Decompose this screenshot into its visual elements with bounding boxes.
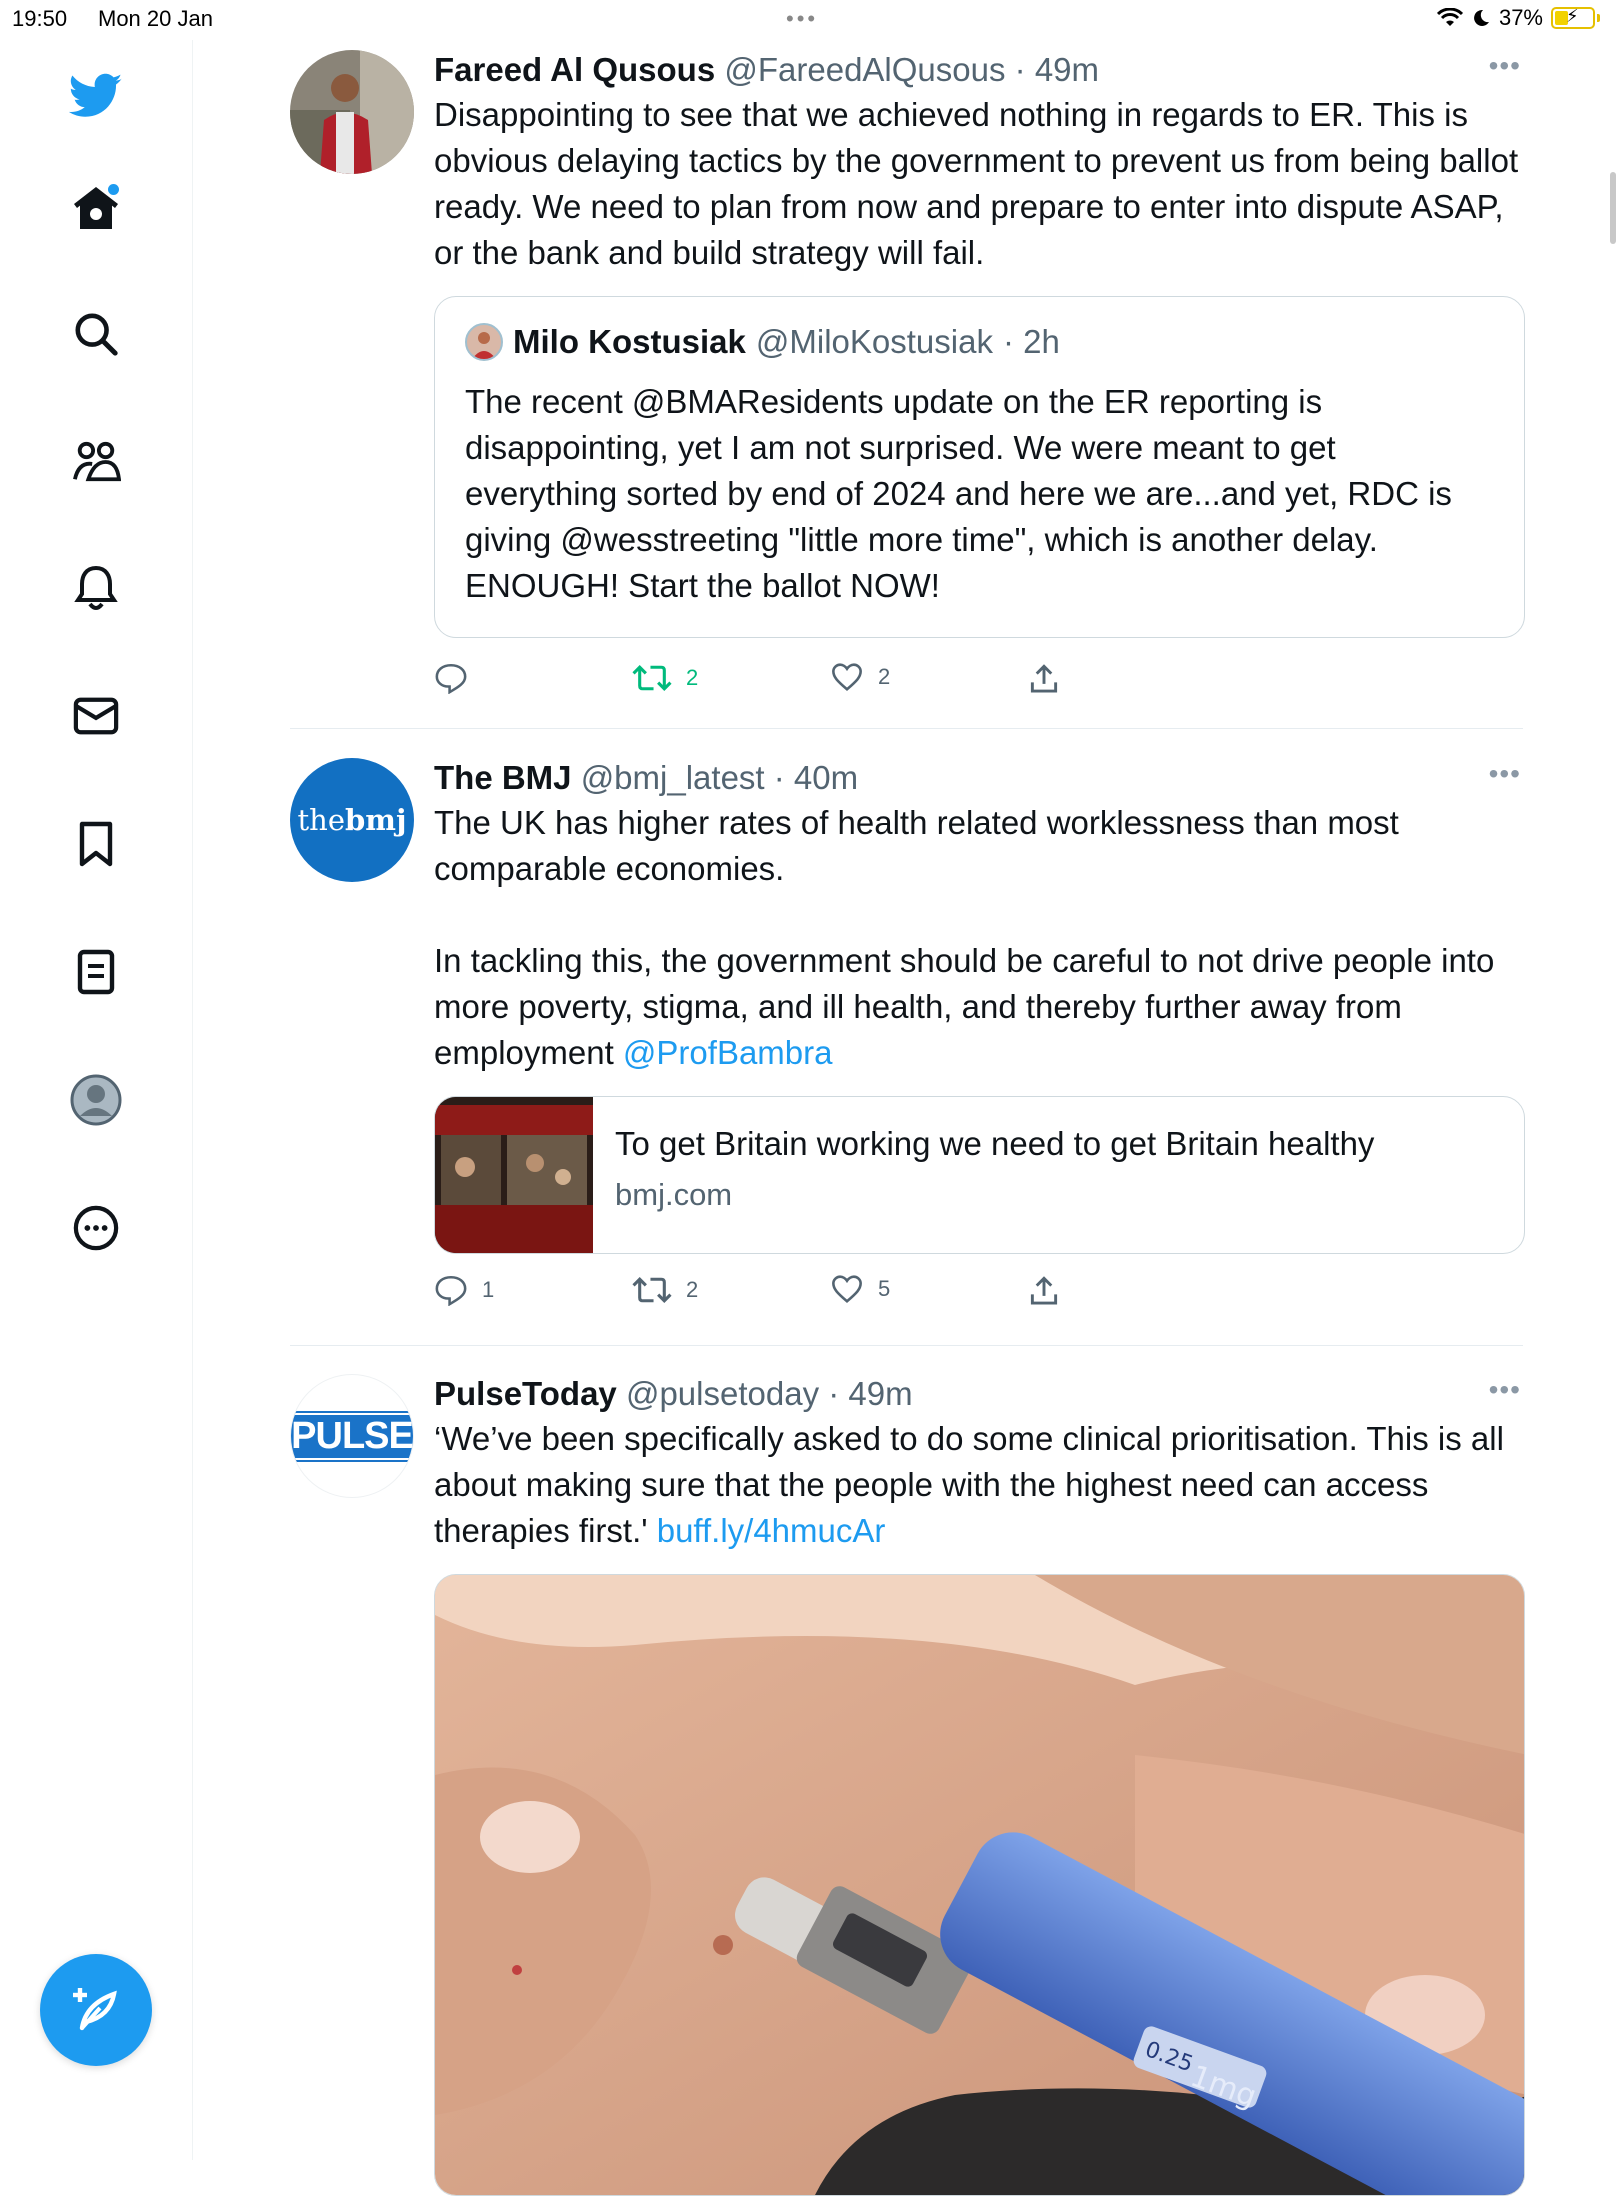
tweet-timestamp[interactable]: · 49m [1015,51,1099,88]
quoted-tweet[interactable]: Milo Kostusiak @MiloKostusiak · 2h The r… [434,296,1525,638]
tweet-timestamp[interactable]: · 49m [828,1375,912,1412]
share-button[interactable] [1028,662,1060,694]
tweet-text: Disappointing to see that we achieved no… [434,96,1528,271]
retweet-icon [632,665,672,691]
battery-icon: ⚡ [1551,6,1595,29]
status-bar: 19:50 Mon 20 Jan ••• 37% ⚡ [0,0,1620,40]
author-name[interactable]: Fareed Al Qusous [434,51,715,88]
share-icon [1030,1276,1058,1305]
reply-icon [435,1275,467,1306]
tweet-media-image[interactable]: 0.25 1mg [434,1574,1525,2196]
home-icon[interactable] [62,174,130,242]
retweet-button[interactable]: 2 [632,662,698,694]
tweet-card[interactable]: PULSE PulseToday @pulsetoday · 49m ••• ‘… [290,1374,1525,2196]
twitter-logo-icon[interactable] [62,62,130,130]
tweet-card[interactable]: thebmj The BMJ @bmj_latest · 40m ••• The… [290,758,1525,1318]
like-button[interactable]: 2 [830,662,890,692]
avatar[interactable]: PULSE [290,1374,414,1498]
author-name[interactable]: The BMJ [434,759,572,796]
retweet-count: 2 [686,665,699,690]
tweet-divider [290,1345,1523,1346]
messages-icon[interactable] [62,682,130,750]
tweet-header: PulseToday @pulsetoday · 49m [434,1374,1525,1414]
reply-icon [435,663,467,694]
more-options-icon[interactable]: ••• [1489,758,1521,790]
reply-button[interactable]: 1 [434,1274,494,1306]
tweet-text-body: ‘We’ve been specifically asked to do som… [434,1420,1514,1549]
quoted-tweet-header: Milo Kostusiak @MiloKostusiak · 2h [465,323,1060,361]
tweet-timestamp[interactable]: · 40m [774,759,858,796]
tweet-text: ‘We’ve been specifically asked to do som… [434,1416,1525,1554]
battery-percent: 37% [1498,5,1543,30]
tweet-text-body: The UK has higher rates of health relate… [434,804,1495,1071]
retweet-button[interactable]: 2 [632,1274,698,1306]
profile-icon[interactable] [62,1066,130,1134]
bmj-logo: thebmj [297,803,407,837]
tweet-actions: 1 2 5 [434,1274,1134,1314]
search-icon[interactable] [62,300,130,368]
bookmarks-icon[interactable] [62,810,130,878]
status-time: 19:50 [12,6,68,31]
feed-scrollbar[interactable] [1610,172,1616,244]
pulse-logo: PULSE [291,1410,413,1462]
sidebar-nav [0,40,193,2160]
notifications-icon[interactable] [62,554,130,622]
lists-icon[interactable] [62,938,130,1006]
status-date: Mon 20 Jan [98,6,213,31]
tweet-divider [290,728,1523,729]
tweet-actions: 2 2 [434,662,1134,702]
heart-icon [832,663,862,691]
tweet-header: The BMJ @bmj_latest · 40m [434,758,1525,798]
wifi-icon [1436,8,1463,26]
moon-icon [1474,9,1489,26]
author-handle[interactable]: @FareedAlQusous [724,51,1005,88]
compose-tweet-button[interactable] [40,1954,152,2066]
author-handle[interactable]: @pulsetoday [626,1375,819,1412]
link-card-image [435,1097,593,1253]
avatar[interactable]: thebmj [290,758,414,882]
avatar[interactable] [290,50,414,174]
quoted-avatar [465,323,503,361]
more-icon[interactable] [62,1194,130,1262]
more-options-icon[interactable]: ••• [1489,1374,1521,1406]
home-notification-dot [108,184,119,195]
quoted-timestamp: · 2h [1002,323,1060,360]
more-options-icon[interactable]: ••• [1489,50,1521,82]
retweet-count: 2 [686,1277,699,1302]
tweet-link[interactable]: buff.ly/4hmucAr [657,1512,886,1549]
author-handle[interactable]: @bmj_latest [581,759,765,796]
author-name[interactable]: PulseToday [434,1375,617,1412]
share-icon [1030,664,1058,693]
tweet-card[interactable]: Fareed Al Qusous @FareedAlQusous · 49m •… [290,50,1528,694]
share-button[interactable] [1028,1274,1060,1306]
like-count: 5 [878,1276,891,1301]
battery-tip [1597,14,1600,22]
multitasking-dots-icon[interactable]: ••• [786,6,818,32]
link-card[interactable]: To get Britain working we need to get Br… [434,1096,1525,1254]
like-button[interactable]: 5 [830,1274,890,1304]
link-card-domain: bmj.com [615,1177,733,1212]
quoted-tweet-text: The recent @BMAResidents update on the E… [465,383,1452,604]
reply-button[interactable] [434,662,482,694]
tweet-text: The UK has higher rates of health relate… [434,800,1525,1076]
retweet-icon [632,1277,672,1303]
reply-count: 1 [482,1277,495,1302]
mention-link[interactable]: @ProfBambra [623,1034,833,1071]
like-count: 2 [878,664,891,689]
compose-icon [73,1988,117,2031]
tweet-header: Fareed Al Qusous @FareedAlQusous · 49m [434,50,1525,90]
link-card-title: To get Britain working we need to get Br… [615,1125,1375,1162]
communities-icon[interactable] [62,428,130,496]
quoted-author-handle: @MiloKostusiak [755,323,993,360]
quoted-author-name: Milo Kostusiak [513,323,746,360]
heart-icon [832,1275,862,1303]
status-indicators: 37% ⚡ [1436,5,1600,31]
